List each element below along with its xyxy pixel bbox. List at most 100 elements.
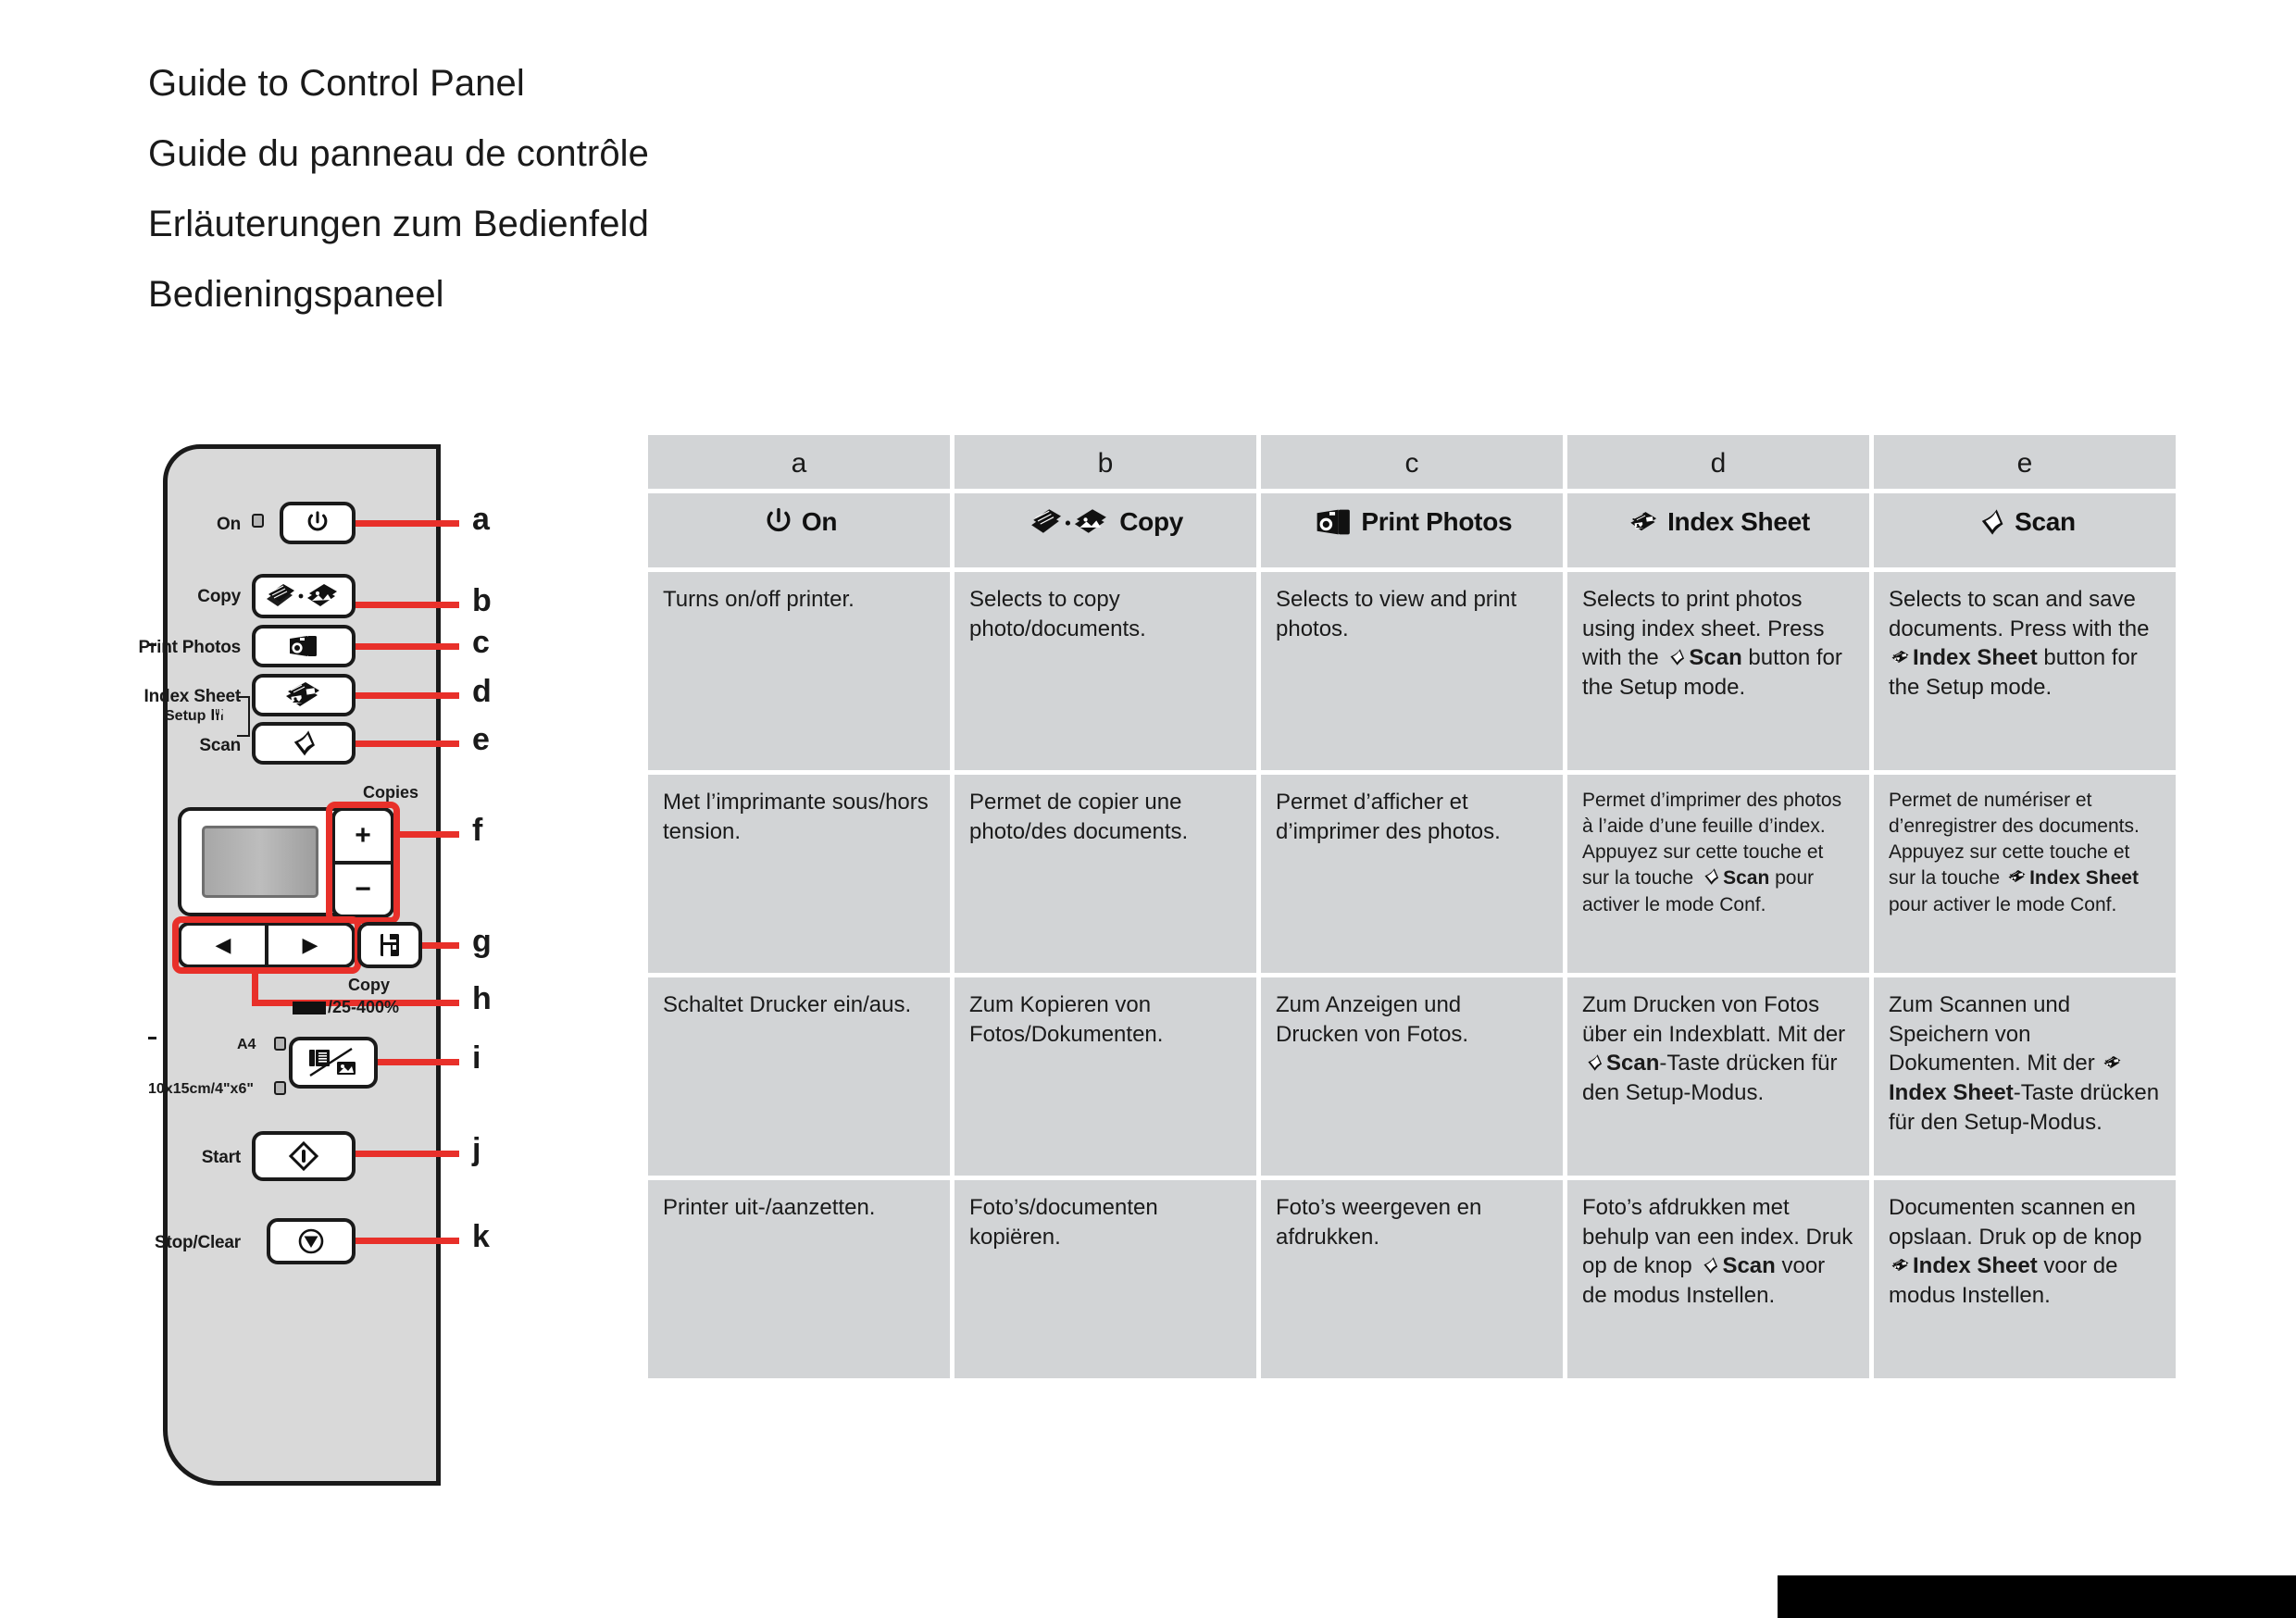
on-label: On — [217, 515, 241, 534]
copy-icon — [1031, 509, 1106, 533]
index-sheet-icon — [2008, 870, 2026, 883]
highlight-copies — [326, 802, 400, 924]
callout-line-c — [356, 643, 459, 650]
table-row: Schaltet Drucker ein/aus. Zum Kopieren vo… — [648, 977, 2176, 1176]
header-button-inner: Scan — [1974, 506, 2076, 538]
paper-a4-led — [274, 1037, 286, 1051]
title-line-nl: Bedieningspaneel — [148, 274, 444, 315]
cell-text: Schaltet Drucker ein/aus. — [663, 992, 912, 1017]
cell-text: Printer uit-/aanzetten. — [663, 1195, 876, 1220]
power-button[interactable] — [280, 502, 356, 544]
header-button-on: On — [648, 493, 950, 567]
paper-10x15-led — [274, 1081, 286, 1095]
column-letter-c: c — [1261, 435, 1563, 489]
copy-zoom-range: /25-400% — [328, 998, 400, 1016]
scan-button[interactable] — [252, 722, 356, 765]
column-letter-b: b — [955, 435, 1256, 489]
cell-de-b: Zum Kopieren von Fotos/Dokumenten. — [955, 977, 1256, 1176]
header-button-print-photos: Print Photos — [1261, 493, 1563, 567]
stop-clear-label: Stop/Clear — [154, 1233, 241, 1252]
setup-label-text: Setup — [165, 708, 206, 724]
copy-zoom-title: Copy — [348, 976, 390, 994]
header-button-inner: Index Sheet — [1627, 506, 1810, 538]
copies-label: Copies — [363, 783, 419, 802]
header-button-copy: Copy — [955, 493, 1256, 567]
header-button-label: On — [801, 507, 838, 536]
callout-line-a — [356, 520, 459, 527]
index-sheet-label: Index Sheet — [144, 687, 242, 706]
start-diamond-icon — [288, 1140, 319, 1172]
lcd-screen — [202, 826, 318, 898]
highlight-arrows — [172, 916, 361, 974]
callout-line-j — [356, 1151, 459, 1157]
callout-line-f — [394, 831, 459, 838]
column-letter-e: e — [1874, 435, 2176, 489]
title-line-de: Erläuterungen zum Bedienfeld — [148, 204, 649, 244]
scan-icon — [1704, 868, 1719, 886]
cell-nl-a: Printer uit-/aanzetten. — [648, 1180, 950, 1378]
cell-text: Zum Anzeigen und Drucken von Fotos. — [1276, 992, 1469, 1047]
cell-text: Met l’imprimante sous/hors tension. — [663, 790, 929, 844]
scan-icon — [1588, 1054, 1603, 1072]
cell-nl-e: Documenten scannen en opslaan. Druk op d… — [1874, 1180, 2176, 1378]
callout-stem-h — [252, 968, 258, 1005]
callout-line-d — [356, 692, 459, 699]
setup-tools-icon — [211, 709, 223, 720]
document-photo-icon — [309, 1047, 356, 1077]
cell-fr-d: Permet d’imprimer des photos à l’aide d’… — [1567, 775, 1869, 973]
cell-de-c: Zum Anzeigen und Drucken von Fotos. — [1261, 977, 1563, 1176]
copy-label: Copy — [197, 587, 241, 606]
cell-en-c: Selects to view and print photos. — [1261, 572, 1563, 770]
header-button-inner: Copy — [1028, 506, 1183, 538]
callout-line-i — [378, 1059, 459, 1065]
stop-clear-button[interactable] — [267, 1218, 356, 1264]
cell-text: Turns on/off printer. — [663, 587, 855, 612]
cell-de-e: Zum Scannen und Speichern von Dokumenten… — [1874, 977, 2176, 1176]
callout-letter-j: j — [472, 1132, 481, 1167]
cell-button-name: Index Sheet — [1913, 1253, 2038, 1279]
index-sheet-button[interactable] — [252, 674, 356, 716]
title-line-fr: Guide du panneau de contrôle — [148, 133, 650, 174]
index-sheet-icon — [1891, 1259, 1909, 1272]
cell-text-pre: Zum Drucken von Fotos über ein Indexblat… — [1582, 992, 1846, 1047]
callout-letter-c: c — [472, 625, 490, 660]
scan-icon — [293, 730, 315, 756]
stop-icon — [298, 1228, 324, 1254]
callout-letter-e: e — [472, 722, 490, 757]
scan-icon — [1670, 649, 1685, 666]
setup-label: Setup — [165, 707, 225, 725]
cell-text-pre: Documenten scannen en opslaan. Druk op d… — [1889, 1195, 2142, 1250]
cell-en-d: Selects to print photos using index shee… — [1567, 572, 1869, 770]
cell-en-e: Selects to scan and save documents. Pres… — [1874, 572, 2176, 770]
paper-10x15-label: 10x15cm/4"x6" — [148, 1081, 254, 1097]
print-photos-button[interactable] — [252, 625, 356, 667]
cell-text-post: pour activer le mode Conf. — [1889, 893, 2117, 915]
cell-nl-b: Foto’s/documenten kopiëren. — [955, 1180, 1256, 1378]
paper-a4-label: A4 — [237, 1037, 256, 1052]
cell-text: Permet de copier une photo/des documents… — [969, 790, 1189, 844]
footer-black-bar — [1778, 1575, 2296, 1618]
cell-text-pre: Zum Scannen und Speichern von Dokumenten… — [1889, 992, 2102, 1077]
cell-fr-c: Permet d’afficher et d’imprimer des phot… — [1261, 775, 1563, 973]
power-led — [252, 514, 264, 528]
start-label: Start — [201, 1148, 241, 1167]
cell-fr-a: Met l’imprimante sous/hors tension. — [648, 775, 950, 973]
table-row: Met l’imprimante sous/hors tension. Perme… — [648, 775, 2176, 973]
callout-letter-b: b — [472, 583, 492, 618]
cell-text: Selects to view and print photos. — [1276, 587, 1517, 641]
scan-icon — [1981, 509, 2003, 535]
print-photos-label: Print Photos — [138, 638, 241, 657]
power-icon — [767, 507, 791, 532]
copy-button[interactable] — [252, 574, 356, 618]
print-photos-icon — [290, 636, 317, 656]
header-button-label: Index Sheet — [1667, 507, 1810, 536]
paper-type-button[interactable] — [289, 1037, 378, 1089]
start-button[interactable] — [252, 1131, 356, 1181]
cell-en-b: Selects to copy photo/documents. — [955, 572, 1256, 770]
cell-text-pre: Selects to scan and save documents. Pres… — [1889, 587, 2150, 641]
callout-letter-k: k — [472, 1219, 490, 1254]
paper-setting-icon — [381, 934, 399, 956]
paper-setting-button[interactable] — [357, 922, 422, 968]
scan-icon — [1703, 1257, 1718, 1275]
print-photos-icon — [1316, 509, 1350, 535]
